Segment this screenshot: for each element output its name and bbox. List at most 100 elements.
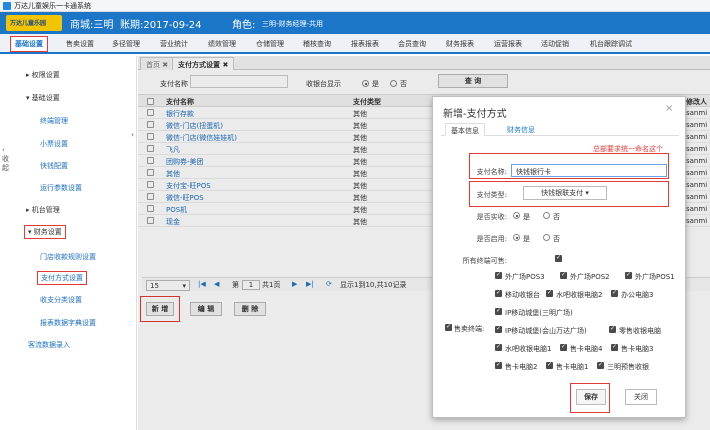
role-value: 三明-财务经理-共用	[262, 20, 324, 28]
realcash-no-radio[interactable]	[543, 212, 550, 219]
sidebar-item-runtime-params[interactable]: 运行参数设置	[40, 183, 82, 193]
terminal-checkbox[interactable]	[495, 307, 502, 315]
terminal-label: 零售收银电脑	[619, 327, 661, 335]
sidebar: ‹ 收起 ▸ 权限设置 ▾ 基础设置 终端管理 小票设置 快钱配置 运行参数设置 …	[0, 56, 137, 430]
terminal-checkbox[interactable]	[495, 271, 502, 279]
payment-name-label: 支付名称:	[476, 168, 507, 176]
terminal-label: 水吧收银电脑1	[505, 345, 552, 353]
brand-logo: 万达儿童乐园	[6, 15, 62, 31]
sidebar-group-label: 机台管理	[31, 206, 60, 214]
nav-business-stats[interactable]: 营业统计	[160, 39, 188, 49]
terminal-checkbox[interactable]	[495, 325, 502, 333]
terminal-checkbox[interactable]	[609, 325, 616, 333]
splitter-arrow-icon[interactable]: ‹	[131, 130, 134, 139]
payment-type-value: 快钱银联支付	[541, 189, 584, 197]
main-nav: 基础设置 售卖设置 多径管理 营业统计 绩效管理 仓储管理 稽核查询 报表报表 …	[0, 34, 710, 54]
sidebar-group-label: 基础设置	[31, 94, 60, 102]
terminal-checkbox[interactable]	[560, 271, 567, 279]
logo-text: 万达儿童乐园	[10, 20, 47, 27]
terminal-label: 水吧收银电脑2	[556, 291, 603, 299]
sidebar-group-basic[interactable]: ▾ 基础设置	[26, 93, 60, 103]
sidebar-item-receipt[interactable]: 小票设置	[40, 139, 68, 149]
dialog-tab-basic[interactable]: 基本信息	[445, 123, 485, 136]
nav-reports[interactable]: 报表报表	[351, 39, 379, 49]
collapse-label: 收起	[2, 155, 9, 172]
terminal-checkbox[interactable]	[625, 271, 632, 279]
terminal-label: 三明预售收银	[607, 363, 649, 371]
terminal-label: 售卡电脑3	[621, 345, 654, 353]
nav-performance[interactable]: 绩效管理	[208, 39, 236, 49]
sidebar-group-permissions[interactable]: ▸ 权限设置	[26, 70, 60, 80]
sidebar-group-label: 权限设置	[31, 71, 60, 79]
all-terminal-checkbox[interactable]	[555, 254, 562, 262]
close-button[interactable]: 关闭	[625, 389, 657, 405]
terminal-checkbox[interactable]	[560, 343, 567, 351]
realcash-no-label: 否	[553, 213, 560, 221]
save-button[interactable]: 保存	[576, 389, 606, 405]
terminals-label: 售卖终端:	[454, 325, 485, 333]
sidebar-collapse-toggle[interactable]: ‹ 收起	[2, 146, 12, 173]
enabled-yes-radio[interactable]	[513, 234, 520, 241]
window-title: 万达儿童娱乐一卡通系统	[14, 2, 91, 10]
nav-finance-report[interactable]: 财务报表	[446, 39, 474, 49]
sidebar-item-income-categories[interactable]: 收支分类设置	[40, 295, 82, 305]
terminal-label: 售卡电脑1	[556, 363, 589, 371]
role-label: 角色:	[232, 20, 256, 31]
sidebar-group-finance[interactable]: ▾ 财务设置	[24, 225, 66, 239]
terminal-checkbox[interactable]	[611, 289, 618, 297]
enabled-no-radio[interactable]	[543, 234, 550, 241]
dialog-close-icon[interactable]: ×	[665, 103, 673, 114]
realcash-label: 是否实收:	[476, 213, 507, 221]
sidebar-group-machine[interactable]: ▸ 机台管理	[26, 205, 60, 215]
dialog-name-input[interactable]: 快钱银行卡	[511, 164, 667, 177]
sidebar-item-kuaiqian[interactable]: 快钱配置	[40, 161, 68, 171]
app-icon	[3, 2, 11, 10]
enabled-no-label: 否	[553, 235, 560, 243]
terminal-label: IP移动城堡(会山万达广场)	[505, 327, 587, 335]
terminal-checkbox[interactable]	[597, 361, 604, 369]
terminal-label: 办公电脑3	[621, 291, 654, 299]
payment-type-label: 支付类型:	[476, 191, 507, 199]
nav-machine-debug[interactable]: 机台跟踪调试	[590, 39, 632, 49]
nav-member[interactable]: 会员查询	[398, 39, 426, 49]
caret-down-icon: ▾	[585, 189, 589, 197]
collapse-icon: ‹	[2, 146, 5, 154]
nav-audit[interactable]: 稽核查询	[303, 39, 331, 49]
terminal-label: IP移动城堡(三明广场)	[505, 309, 573, 317]
dialog-tab-finance[interactable]: 财务信息	[507, 125, 535, 135]
window-titlebar: 万达儿童娱乐一卡通系统	[0, 0, 710, 12]
nav-basic-settings[interactable]: 基础设置	[10, 36, 48, 52]
top-header: 万达儿童乐园 商城:三明 账期:2017-09-24 角色: 三明-财务经理-共…	[0, 12, 710, 34]
all-terminal-label: 所有终端可售:	[462, 257, 507, 265]
store-label: 商城:三明	[70, 20, 114, 31]
terminal-checkbox[interactable]	[611, 343, 618, 351]
terminal-checkbox[interactable]	[495, 361, 502, 369]
terminals-select-all-checkbox[interactable]	[445, 323, 452, 331]
nav-warehouse[interactable]: 仓储管理	[256, 39, 284, 49]
dialog-title: 新增-支付方式	[443, 109, 507, 120]
sidebar-item-collection-rules[interactable]: 门店收款规则设置	[40, 252, 96, 262]
terminal-checkbox[interactable]	[546, 361, 553, 369]
enabled-label: 是否启用:	[476, 235, 507, 243]
terminal-checkbox[interactable]	[495, 289, 502, 297]
nav-operation-report[interactable]: 运营报表	[494, 39, 522, 49]
sidebar-item-terminal[interactable]: 终端管理	[40, 116, 68, 126]
terminal-label: 售卡电脑4	[570, 345, 603, 353]
nav-multi[interactable]: 多径管理	[112, 39, 140, 49]
nav-sales-settings[interactable]: 售卖设置	[66, 39, 94, 49]
enabled-yes-label: 是	[523, 235, 530, 243]
terminal-checkbox[interactable]	[546, 289, 553, 297]
sidebar-item-traffic-input[interactable]: 客流数据录入	[28, 340, 70, 350]
terminal-label: 外广场POS2	[570, 273, 610, 281]
add-payment-dialog: 新增-支付方式 × 基本信息 财务信息 总部要求统一命名这个 支付名称: 快钱银…	[432, 96, 686, 418]
sidebar-group-label: 财务设置	[33, 228, 62, 236]
terminal-label: 移动收银台	[505, 291, 540, 299]
sidebar-item-payment-methods[interactable]: 支付方式设置	[37, 271, 87, 285]
sidebar-item-report-dictionary[interactable]: 报表数据字典设置	[40, 318, 96, 328]
period-label: 账期:2017-09-24	[120, 20, 202, 31]
realcash-yes-radio[interactable]	[513, 212, 520, 219]
terminal-checkbox[interactable]	[495, 343, 502, 351]
payment-type-dropdown[interactable]: 快钱银联支付 ▾	[523, 186, 607, 200]
nav-promotion[interactable]: 活动促销	[541, 39, 569, 49]
terminal-label: 外广场POS1	[635, 273, 675, 281]
